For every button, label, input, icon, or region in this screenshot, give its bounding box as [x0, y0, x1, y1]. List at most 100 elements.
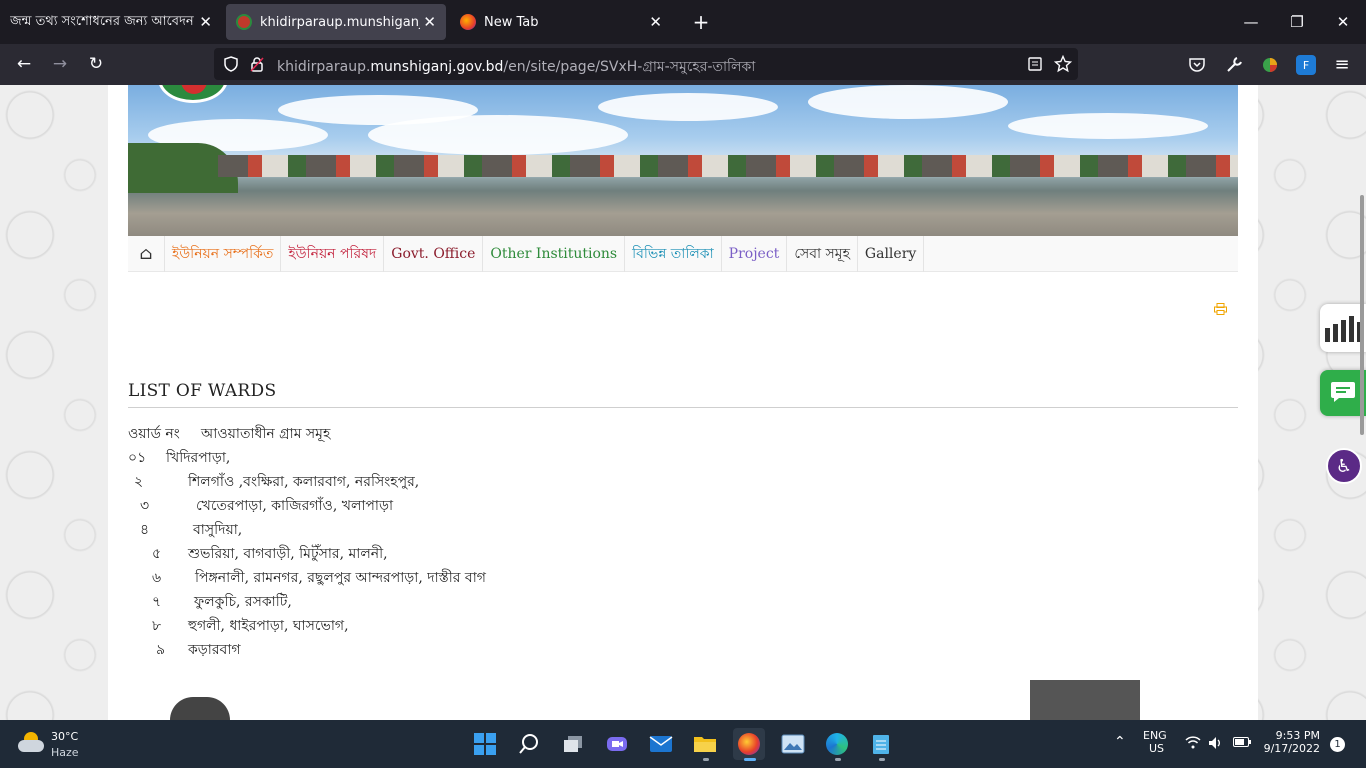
footer-building-icon	[1030, 680, 1140, 720]
ward-villages: খিদিরপাড়া,	[166, 450, 231, 466]
mail-button[interactable]	[645, 728, 677, 760]
ward-villages: বাসুদিয়া,	[193, 522, 243, 538]
menu-services[interactable]: সেবা সমূহ	[787, 236, 858, 272]
shield-icon[interactable]	[223, 56, 239, 72]
close-tab-icon[interactable]: ✕	[199, 13, 212, 31]
menu-label: ইউনিয়ন পরিষদ	[288, 246, 377, 262]
back-button[interactable]: ←	[8, 49, 40, 79]
volume-icon[interactable]	[1208, 736, 1224, 750]
url-path: /en/site/page/SVxH-গ্রাম-সমুহের-তালিকা	[503, 59, 756, 75]
menu-project[interactable]: Project	[722, 236, 788, 272]
wifi-icon[interactable]	[1185, 736, 1201, 749]
ward-number: ৯	[156, 642, 166, 658]
file-explorer-button[interactable]	[689, 728, 721, 760]
notification-badge[interactable]: 1	[1330, 737, 1345, 752]
footer-decoration	[170, 697, 230, 720]
menu-label: Other Institutions	[490, 246, 618, 262]
ward-villages: ফুলকুচি, রসকাটি,	[194, 594, 292, 610]
close-tab-icon[interactable]: ✕	[649, 13, 662, 31]
menu-label: বিভিন্ন তালিকা	[632, 246, 714, 262]
search-button[interactable]	[513, 728, 545, 760]
menu-icon[interactable]: ≡	[1326, 49, 1358, 79]
task-view-icon	[564, 736, 582, 752]
browser-nav-bar: ← → ↻ khidirparaup.munshiganj.gov.bd/en/…	[0, 44, 1366, 85]
account-icon[interactable]: F	[1296, 55, 1316, 75]
close-window-button[interactable]: ✕	[1320, 0, 1366, 44]
chat-icon	[1331, 382, 1355, 402]
browser-tab-bar: জন্ম তথ্য সংশোধনের জন্য আবেদন ✕ khidirpa…	[0, 0, 1366, 44]
union-logo[interactable]	[158, 85, 228, 103]
ward-villages: খেতেরপাড়া, কাজিরগাঁও, খলাপাড়া	[196, 498, 394, 514]
photos-button[interactable]	[777, 728, 809, 760]
home-icon[interactable]: ⌂	[128, 236, 165, 272]
ward-villages: পিঙ্গনালী, রামনগর, রছুলপুর আন্দরপাড়া, দ…	[195, 570, 486, 586]
accessibility-icon[interactable]: ♿	[1326, 448, 1362, 484]
url-prefix: khidirparaup.	[277, 59, 371, 75]
language-indicator[interactable]: ENG US	[1143, 729, 1167, 755]
weather-desc: Haze	[51, 746, 79, 759]
edge-button[interactable]	[821, 728, 853, 760]
region-code: US	[1149, 742, 1165, 755]
windows-taskbar: 30°C Haze ⌃ ENG US 9:53 PM 9/17/2022 1	[0, 720, 1366, 768]
start-button[interactable]	[469, 728, 501, 760]
firefox-icon	[460, 14, 476, 30]
ward-number: ৫	[152, 546, 162, 562]
menu-label: Govt. Office	[391, 246, 476, 262]
ward-villages: শুভরিয়া, বাগবাড়ী, মিটুঁসার, মালনী,	[188, 546, 388, 562]
page-title: LIST OF WARDS	[128, 381, 1238, 408]
photo-icon	[781, 734, 805, 754]
menu-label: সেবা সমূহ	[794, 246, 850, 262]
ward-number: ৩	[140, 498, 150, 514]
tab-new-tab[interactable]: New Tab ✕	[450, 4, 672, 40]
header-banner-image	[128, 85, 1238, 236]
weather-temp: 30°C	[51, 730, 79, 743]
firefox-icon	[738, 733, 760, 755]
print-icon[interactable]	[1214, 303, 1227, 315]
tab-birth-correction[interactable]: জন্ম তথ্য সংশোধনের জন্য আবেদন ✕	[0, 4, 222, 40]
ward-number: ২	[134, 474, 144, 490]
tab-khidirparaup[interactable]: khidirparaup.munshiganj.gov.bd ✕	[226, 4, 446, 40]
pocket-icon[interactable]	[1188, 56, 1206, 74]
notepad-button[interactable]	[865, 728, 897, 760]
header-ward-no: ওয়ার্ড নং	[128, 426, 180, 442]
folder-icon	[694, 737, 716, 752]
forward-button[interactable]: →	[44, 49, 76, 79]
ward-number: ৪	[140, 522, 150, 538]
wrench-icon[interactable]	[1225, 56, 1243, 74]
menu-various-lists[interactable]: বিভিন্ন তালিকা	[625, 236, 722, 272]
teams-chat-button[interactable]	[601, 728, 633, 760]
menu-govt-office[interactable]: Govt. Office	[384, 236, 484, 272]
reload-button[interactable]: ↻	[80, 49, 112, 79]
ward-number: ০১	[128, 450, 147, 466]
tab-title: জন্ম তথ্য সংশোধনের জন্য আবেদন	[10, 13, 194, 29]
ward-villages: হুগলী, ধাইরপাড়া, ঘাসভোগ,	[188, 618, 349, 634]
menu-other-institutions[interactable]: Other Institutions	[483, 236, 626, 272]
new-tab-button[interactable]: +	[678, 0, 724, 44]
firefox-taskbar-button[interactable]	[733, 728, 765, 760]
bookmark-star-icon[interactable]	[1054, 55, 1072, 73]
task-view-button[interactable]	[557, 728, 589, 760]
minimize-button[interactable]: —	[1228, 0, 1274, 44]
menu-label: ইউনিয়ন সম্পর্কিত	[172, 246, 274, 262]
ward-number: ৬	[152, 570, 162, 586]
lock-icon[interactable]	[249, 56, 265, 72]
weather-icon[interactable]	[18, 732, 44, 754]
reader-view-icon[interactable]	[1027, 56, 1043, 72]
video-chat-icon	[607, 737, 627, 751]
scrollbar[interactable]	[1360, 195, 1364, 435]
url-bar[interactable]: khidirparaup.munshiganj.gov.bd/en/site/p…	[214, 48, 1078, 80]
battery-icon[interactable]	[1233, 737, 1251, 747]
chevron-up-icon[interactable]: ⌃	[1114, 734, 1126, 750]
close-tab-icon[interactable]: ✕	[423, 13, 436, 31]
menu-gallery[interactable]: Gallery	[858, 236, 925, 272]
page-container: ⌂ ইউনিয়ন সম্পর্কিত ইউনিয়ন পরিষদ Govt. …	[108, 85, 1258, 720]
extension-icon[interactable]	[1261, 56, 1279, 74]
url-domain: munshiganj.gov.bd	[370, 59, 504, 75]
menu-union-related[interactable]: ইউনিয়ন সম্পর্কিত	[165, 236, 282, 272]
clock[interactable]: 9:53 PM 9/17/2022	[1262, 729, 1320, 755]
main-menu: ⌂ ইউনিয়ন সম্পর্কিত ইউনিয়ন পরিষদ Govt. …	[128, 236, 1238, 272]
menu-union-parishad[interactable]: ইউনিয়ন পরিষদ	[281, 236, 385, 272]
site-favicon-icon	[236, 14, 252, 30]
maximize-button[interactable]: ❐	[1274, 0, 1320, 44]
menu-label: Project	[728, 246, 780, 262]
